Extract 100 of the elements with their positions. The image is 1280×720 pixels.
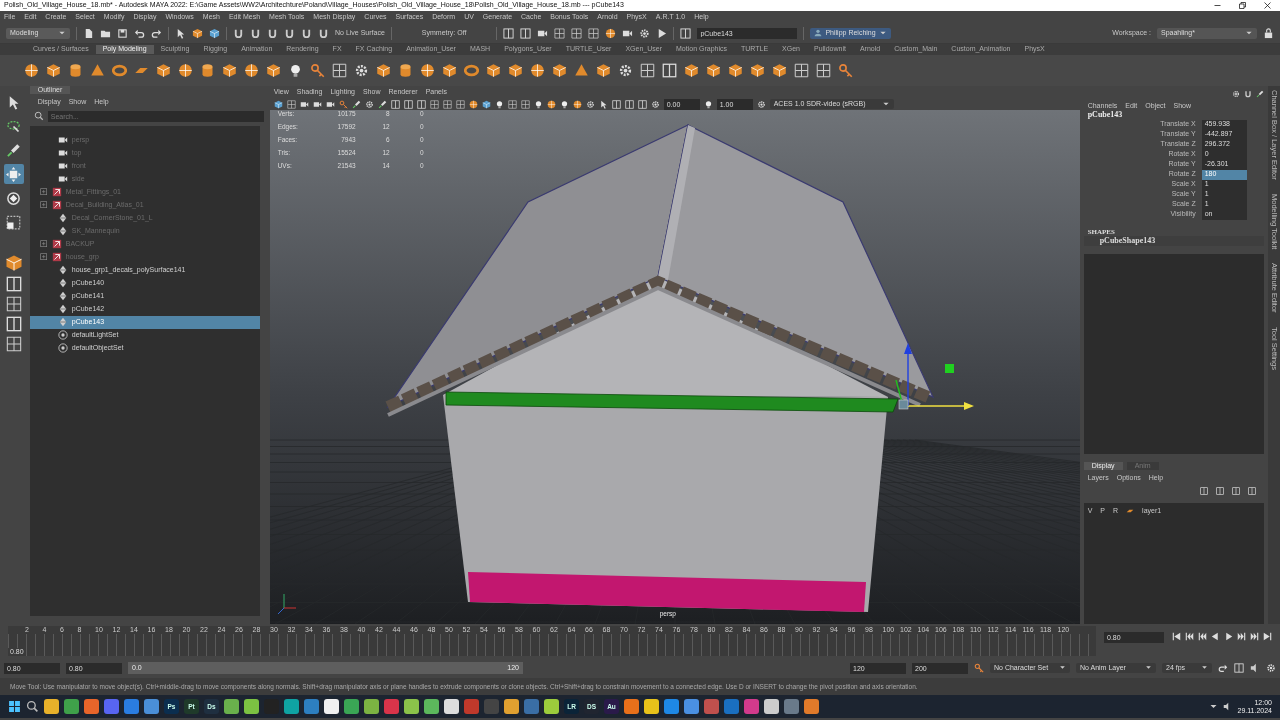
sphere-icon[interactable] xyxy=(178,63,193,78)
go-to-end-icon[interactable] xyxy=(1263,632,1272,641)
cube-icon[interactable] xyxy=(46,63,61,78)
gear-icon[interactable] xyxy=(364,99,374,109)
cone-icon[interactable] xyxy=(90,63,105,78)
gear-icon[interactable] xyxy=(354,63,369,78)
gear-icon[interactable] xyxy=(618,63,633,78)
light-icon[interactable] xyxy=(494,99,504,109)
layout-icon[interactable] xyxy=(637,99,647,109)
grid-icon[interactable] xyxy=(571,28,583,39)
gear-icon[interactable] xyxy=(650,99,660,109)
grid-icon[interactable] xyxy=(554,28,566,39)
play-backward-icon[interactable] xyxy=(1211,632,1220,641)
layout-icon[interactable] xyxy=(680,28,692,39)
paint-icon[interactable] xyxy=(351,99,361,109)
sphere-icon[interactable] xyxy=(24,63,39,78)
layout-icon[interactable] xyxy=(1232,486,1241,495)
save-icon[interactable] xyxy=(117,28,128,39)
gear-icon[interactable] xyxy=(1232,90,1241,98)
magnet-icon[interactable] xyxy=(284,28,295,39)
layout-icon[interactable] xyxy=(1248,486,1257,495)
grid-icon[interactable] xyxy=(816,63,831,78)
cube-icon[interactable] xyxy=(772,63,787,78)
grid-icon[interactable] xyxy=(455,99,465,109)
restore-icon[interactable] xyxy=(1238,1,1247,10)
magnet-icon[interactable] xyxy=(267,28,278,39)
cylinder-icon[interactable] xyxy=(398,63,413,78)
torus-icon[interactable] xyxy=(112,63,127,78)
grid-icon[interactable] xyxy=(5,296,22,312)
cube-icon[interactable] xyxy=(376,63,391,78)
layout-icon[interactable] xyxy=(5,316,22,332)
layout-icon[interactable] xyxy=(390,99,400,109)
grid-icon[interactable] xyxy=(5,336,22,352)
sphere-icon[interactable] xyxy=(546,99,556,109)
layout-icon[interactable] xyxy=(5,276,22,292)
layout-icon[interactable] xyxy=(611,99,621,109)
layout-icon[interactable] xyxy=(503,28,515,39)
cube-icon[interactable] xyxy=(728,63,743,78)
play-icon[interactable] xyxy=(656,28,668,39)
windows-logo-icon[interactable] xyxy=(8,700,21,713)
layout-icon[interactable] xyxy=(1234,663,1244,673)
layout-icon[interactable] xyxy=(662,63,677,78)
cone-icon[interactable] xyxy=(574,63,589,78)
gear-icon[interactable] xyxy=(756,99,766,109)
restore-icon[interactable] xyxy=(1218,663,1228,673)
layout-icon[interactable] xyxy=(1200,486,1209,495)
layout-icon[interactable] xyxy=(520,28,532,39)
camera-icon[interactable] xyxy=(622,28,634,39)
cube-icon[interactable] xyxy=(192,28,203,39)
paint-icon[interactable] xyxy=(377,99,387,109)
sphere-icon[interactable] xyxy=(605,28,617,39)
layout-icon[interactable] xyxy=(416,99,426,109)
magnet-icon[interactable] xyxy=(1244,90,1253,98)
key-icon[interactable] xyxy=(338,99,348,109)
torus-icon[interactable] xyxy=(464,63,479,78)
cube-icon[interactable] xyxy=(552,63,567,78)
grid-icon[interactable] xyxy=(588,28,600,39)
magnet-icon[interactable] xyxy=(233,28,244,39)
caret-icon[interactable] xyxy=(1209,702,1219,711)
cube-icon[interactable] xyxy=(508,63,523,78)
grid-icon[interactable] xyxy=(442,99,452,109)
sphere-icon[interactable] xyxy=(530,63,545,78)
grid-icon[interactable] xyxy=(520,99,530,109)
sphere-icon[interactable] xyxy=(572,99,582,109)
camera-icon[interactable] xyxy=(312,99,322,109)
step-back-icon[interactable] xyxy=(1198,632,1207,641)
select-arrow-icon[interactable] xyxy=(598,99,608,109)
step-back-icon[interactable] xyxy=(1185,632,1194,641)
magnet-icon[interactable] xyxy=(318,28,329,39)
cube-icon[interactable] xyxy=(266,63,281,78)
select-arrow-icon[interactable] xyxy=(175,28,186,39)
sphere-icon[interactable] xyxy=(244,63,259,78)
step-forward-icon[interactable] xyxy=(1237,632,1246,641)
cube-icon[interactable] xyxy=(486,63,501,78)
expand-toggle-icon[interactable] xyxy=(39,240,48,249)
cube-icon[interactable] xyxy=(209,28,220,39)
cube-icon[interactable] xyxy=(4,254,23,272)
magnet-icon[interactable] xyxy=(301,28,312,39)
paint-icon[interactable] xyxy=(1256,90,1265,98)
layout-icon[interactable] xyxy=(624,99,634,109)
key-icon[interactable] xyxy=(838,63,853,78)
camera-icon[interactable] xyxy=(325,99,335,109)
camera-icon[interactable] xyxy=(537,28,549,39)
expand-toggle-icon[interactable] xyxy=(39,253,48,262)
grid-icon[interactable] xyxy=(429,99,439,109)
cylinder-icon[interactable] xyxy=(200,63,215,78)
sphere-icon[interactable] xyxy=(468,99,478,109)
light-icon[interactable] xyxy=(288,63,303,78)
light-icon[interactable] xyxy=(533,99,543,109)
cube-icon[interactable] xyxy=(481,99,491,109)
cube-icon[interactable] xyxy=(750,63,765,78)
expand-toggle-icon[interactable] xyxy=(39,201,48,210)
camera-icon[interactable] xyxy=(299,99,309,109)
grid-icon[interactable] xyxy=(507,99,517,109)
redo-icon[interactable] xyxy=(151,28,162,39)
play-icon[interactable] xyxy=(1224,632,1233,641)
go-to-start-icon[interactable] xyxy=(1172,632,1181,641)
gear-icon[interactable] xyxy=(1266,663,1276,673)
magnet-icon[interactable] xyxy=(250,28,261,39)
gear-icon[interactable] xyxy=(639,28,651,39)
